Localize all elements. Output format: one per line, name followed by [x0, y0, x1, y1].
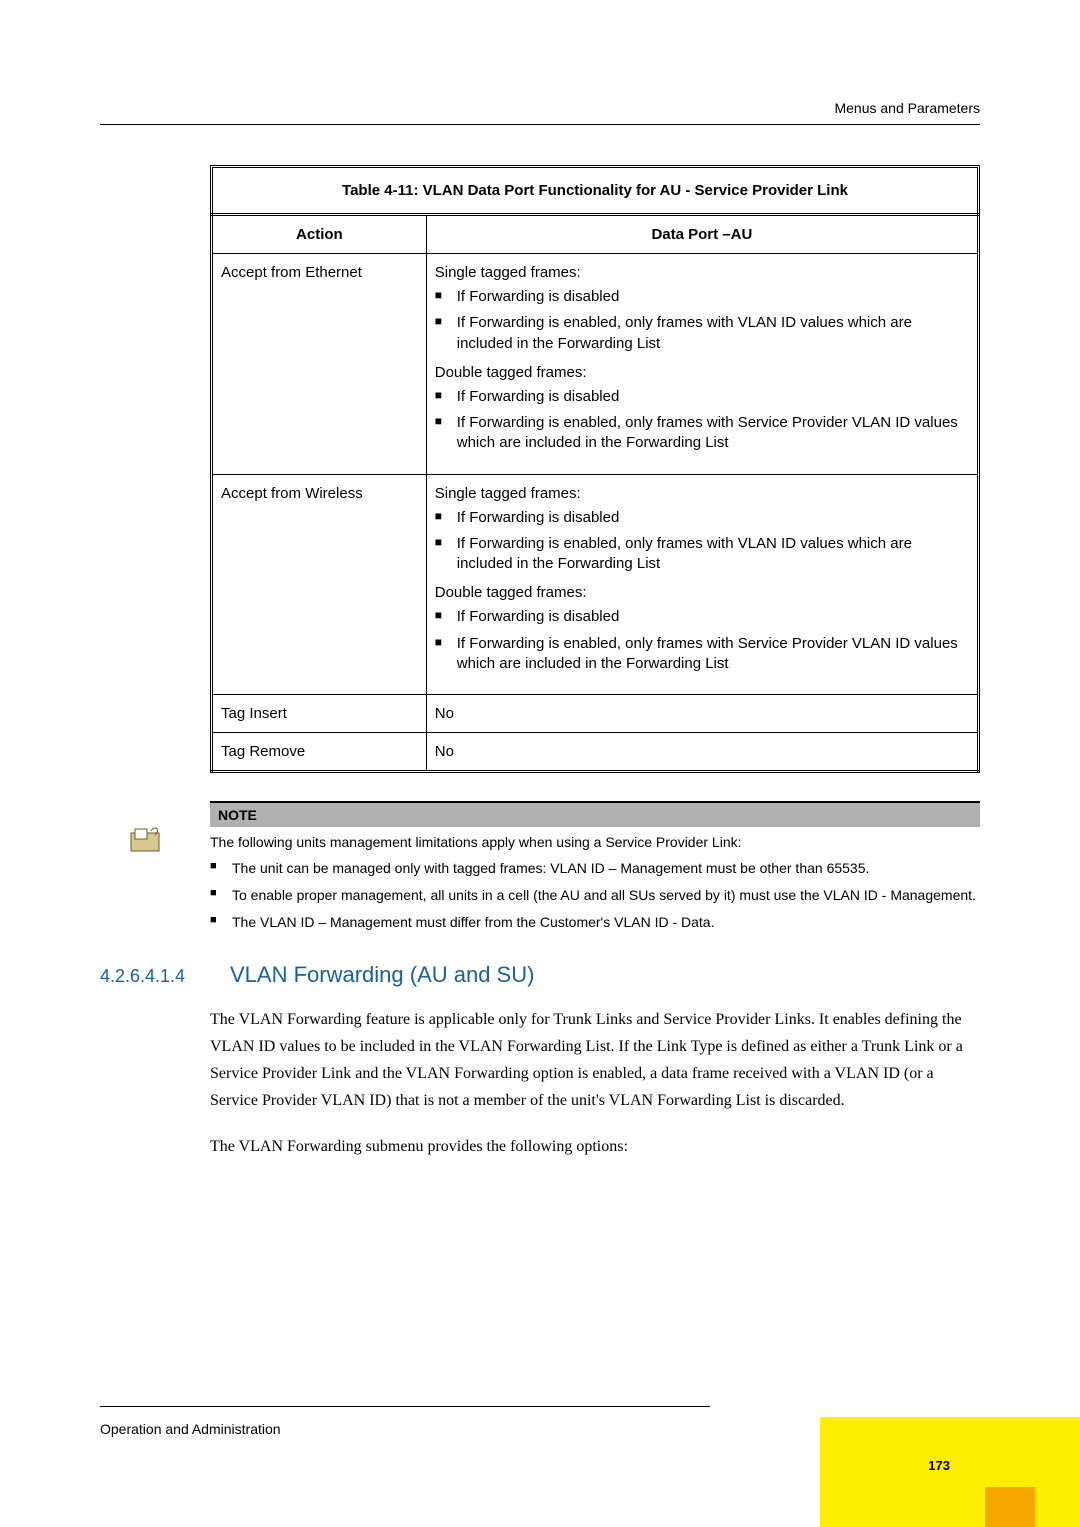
section-heading: 4.2.6.4.1.4 VLAN Forwarding (AU and SU) [100, 962, 980, 988]
note-bullet: The unit can be managed only with tagged… [210, 859, 980, 878]
bullet-item: If Forwarding is disabled [435, 607, 969, 627]
frames-label: Single tagged frames: [435, 485, 969, 502]
frames-label: Double tagged frames: [435, 584, 969, 601]
body-paragraph: The VLAN Forwarding submenu provides the… [210, 1133, 980, 1160]
table-row: Accept from Wireless Single tagged frame… [212, 474, 979, 695]
footer-left-text: Operation and Administration [100, 1421, 281, 1437]
frames-label: Double tagged frames: [435, 364, 969, 381]
cell-action: Tag Insert [212, 695, 427, 733]
bullet-item: If Forwarding is enabled, only frames wi… [435, 413, 969, 454]
bullet-item: If Forwarding is enabled, only frames wi… [435, 313, 969, 354]
table-caption: Table 4-11: VLAN Data Port Functionality… [210, 165, 980, 213]
section-title: VLAN Forwarding (AU and SU) [230, 962, 534, 988]
vlan-functionality-table: Table 4-11: VLAN Data Port Functionality… [210, 165, 980, 773]
table-row: Tag Remove No [212, 733, 979, 772]
footer-orange-block [985, 1487, 1035, 1527]
cell-action: Accept from Wireless [212, 474, 427, 695]
bullet-item: If Forwarding is disabled [435, 508, 969, 528]
note-intro: The following units management limitatio… [210, 833, 980, 851]
cell-action: Accept from Ethernet [212, 254, 427, 475]
cell-data-port: Single tagged frames: If Forwarding is d… [426, 254, 978, 475]
note-block: NOTE The following units management limi… [210, 801, 980, 932]
note-label: NOTE [210, 801, 980, 827]
cell-value: No [426, 695, 978, 733]
cell-data-port: Single tagged frames: If Forwarding is d… [426, 474, 978, 695]
cell-action: Tag Remove [212, 733, 427, 772]
page-number: 173 [928, 1458, 950, 1473]
running-header: Menus and Parameters [100, 100, 980, 125]
table-row: Accept from Ethernet Single tagged frame… [212, 254, 979, 475]
table-header-data-port: Data Port –AU [426, 215, 978, 254]
table-header-action: Action [212, 215, 427, 254]
footer-yellow-block [820, 1417, 1080, 1527]
cell-value: No [426, 733, 978, 772]
note-bullet: The VLAN ID – Management must differ fro… [210, 913, 980, 932]
bullet-item: If Forwarding is enabled, only frames wi… [435, 534, 969, 575]
frames-label: Single tagged frames: [435, 264, 969, 281]
note-icon [125, 827, 165, 857]
section-number: 4.2.6.4.1.4 [100, 966, 230, 987]
bullet-item: If Forwarding is disabled [435, 287, 969, 307]
note-bullet: To enable proper management, all units i… [210, 886, 980, 905]
body-paragraph: The VLAN Forwarding feature is applicabl… [210, 1006, 980, 1115]
table-row: Tag Insert No [212, 695, 979, 733]
bullet-item: If Forwarding is enabled, only frames wi… [435, 634, 969, 675]
footer-rule [100, 1406, 710, 1407]
bullet-item: If Forwarding is disabled [435, 387, 969, 407]
